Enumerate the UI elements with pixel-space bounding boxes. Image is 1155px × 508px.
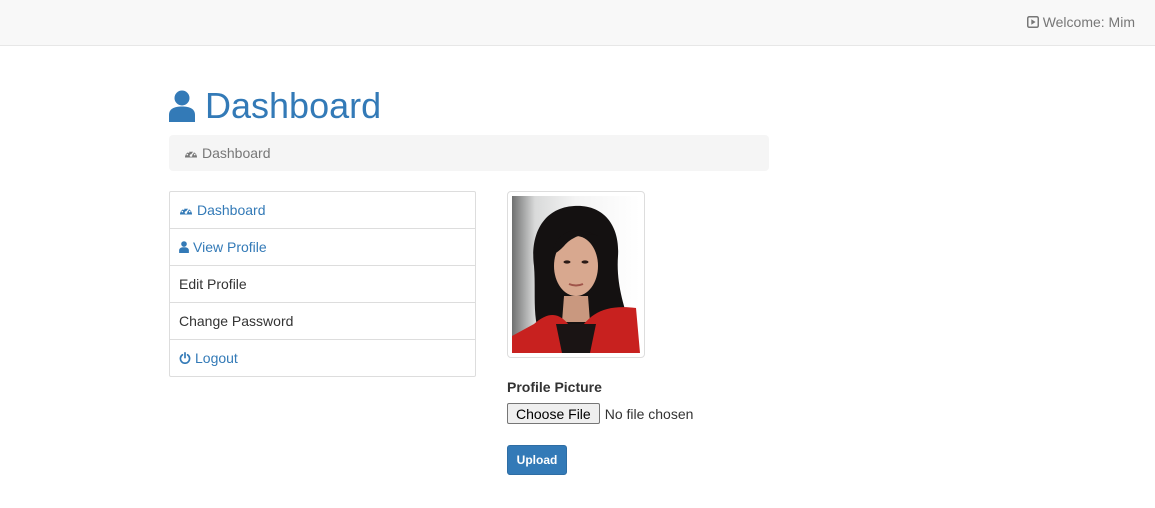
dashboard-icon — [184, 147, 198, 159]
top-navbar: Welcome: Mim — [0, 0, 1155, 46]
sidebar-item-label: View Profile — [193, 239, 267, 255]
sidebar-item-label: Edit Profile — [179, 276, 247, 292]
sidebar-item-label: Change Password — [179, 313, 294, 329]
file-status-text: No file chosen — [604, 405, 694, 422]
profile-photo — [507, 191, 645, 358]
sidebar-item-logout[interactable]: Logout — [170, 339, 475, 376]
user-icon — [169, 90, 195, 122]
welcome-text: Welcome: Mim — [1042, 14, 1135, 30]
profile-picture-label: Profile Picture — [507, 379, 602, 395]
sidebar-menu: Dashboard View Profile Edit Profile Chan… — [169, 191, 476, 377]
sidebar-item-view-profile[interactable]: View Profile — [170, 228, 475, 265]
sidebar-item-change-password[interactable]: Change Password — [170, 302, 475, 339]
dashboard-icon — [179, 204, 193, 216]
play-square-icon — [1026, 16, 1039, 28]
welcome-menu[interactable]: Welcome: Mim — [1026, 12, 1135, 32]
choose-file-button[interactable]: Choose File — [507, 403, 600, 424]
sidebar-item-dashboard[interactable]: Dashboard — [170, 192, 475, 228]
sidebar-item-edit-profile[interactable]: Edit Profile — [170, 265, 475, 302]
user-icon — [179, 241, 189, 253]
page-header: Dashboard — [169, 84, 381, 128]
breadcrumb-label: Dashboard — [202, 145, 271, 161]
sidebar-item-label: Dashboard — [197, 202, 266, 218]
sidebar-item-label: Logout — [195, 350, 238, 366]
upload-button[interactable]: Upload — [507, 445, 567, 475]
profile-photo-image — [512, 196, 640, 353]
file-input: Choose File No file chosen — [507, 403, 693, 424]
power-icon — [179, 352, 191, 364]
page-title: Dashboard — [205, 85, 382, 126]
breadcrumb: Dashboard — [169, 135, 769, 171]
